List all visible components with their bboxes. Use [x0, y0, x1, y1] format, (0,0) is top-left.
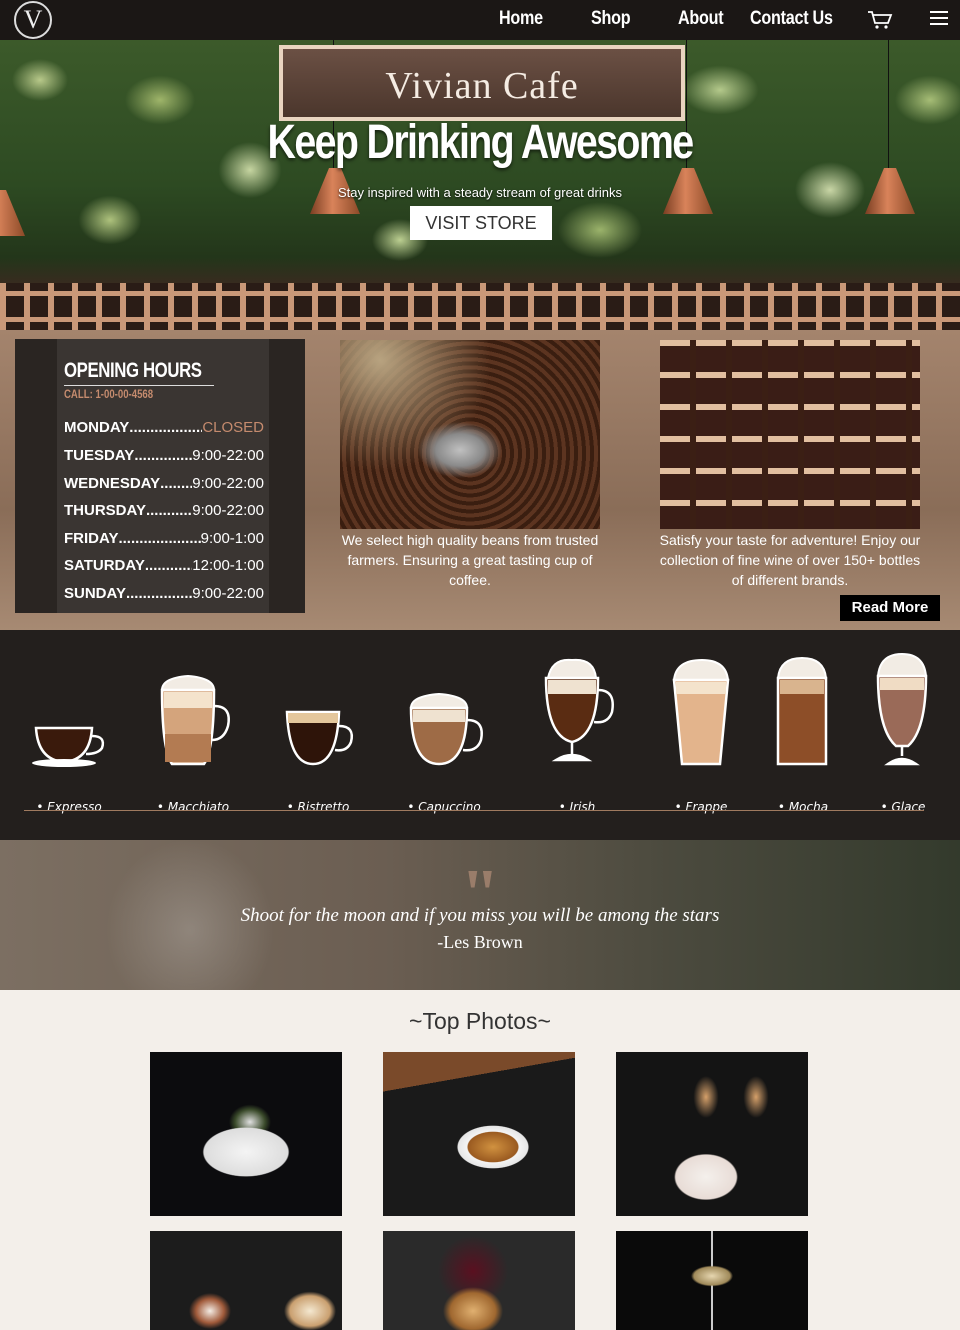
wine-description: Satisfy your taste for adventure! Enjoy … — [659, 532, 921, 588]
frappe-glass-icon — [672, 658, 730, 766]
nav-contact-us[interactable]: Contact Us — [750, 8, 833, 30]
hours-day: SATURDAY — [64, 557, 145, 574]
read-more-button[interactable]: Read More — [840, 595, 940, 621]
hours-time: CLOSED — [202, 419, 264, 436]
nav-home[interactable]: Home — [499, 8, 543, 30]
quote-section: " Shoot for the moon and if you miss you… — [0, 840, 960, 990]
espresso-cup-icon — [32, 726, 105, 767]
hero-section: Vivian Cafe Keep Drinking Awesome Stay i… — [0, 40, 960, 330]
drink-label: • Macchiato — [156, 800, 230, 814]
drink-glace[interactable]: • Glace — [848, 650, 958, 814]
beans-description: We select high quality beans from truste… — [341, 532, 599, 588]
drink-label: • Glace — [880, 800, 926, 814]
ristretto-cup-icon — [285, 710, 353, 766]
hours-day: SUNDAY — [64, 585, 126, 602]
hero-tagline: Keep Drinking Awesome — [267, 116, 695, 169]
hamburger-icon[interactable] — [930, 11, 948, 27]
hours-row: TUESDAY..........................9:00-22… — [64, 447, 264, 464]
hours-dots: .......................... — [129, 419, 202, 436]
cart-icon[interactable] — [867, 10, 893, 30]
nav-shop[interactable]: Shop — [591, 8, 631, 30]
drink-label: • Capuccino — [407, 800, 481, 814]
coffee-beans-image — [340, 340, 600, 529]
photo-cocktail[interactable] — [616, 1231, 808, 1330]
drink-label: • Irish — [558, 800, 596, 814]
drink-macchiato[interactable]: • Macchiato — [138, 650, 248, 814]
logo[interactable]: V — [14, 1, 52, 39]
drink-label: • Frappe — [674, 800, 728, 814]
hours-day: FRIDAY — [64, 530, 119, 547]
top-photos-section: ~Top Photos~ — [0, 990, 960, 1330]
hero-title: Vivian Cafe — [385, 65, 579, 107]
nav-about[interactable]: About — [678, 8, 724, 30]
hours-row: WEDNESDAY..........................9:00-… — [64, 475, 264, 492]
hours-dots: .......................... — [144, 557, 192, 574]
drinks-divider — [24, 810, 924, 811]
wine-rack-image — [660, 340, 920, 529]
hours-row: SUNDAY..........................9:00-22:… — [64, 585, 264, 602]
hours-time: 12:00-1:00 — [192, 557, 264, 574]
mocha-glass-icon — [776, 656, 828, 766]
hours-dots: .......................... — [118, 530, 200, 547]
hours-day: TUESDAY — [64, 447, 135, 464]
hours-dots: .......................... — [145, 502, 192, 519]
drink-irish[interactable]: • Irish — [522, 650, 632, 814]
hours-day: WEDNESDAY — [64, 475, 161, 492]
drink-capuccino[interactable]: • Capuccino — [389, 650, 499, 814]
hours-time: 9:00-22:00 — [192, 502, 264, 519]
macchiato-glass-icon — [160, 674, 230, 766]
drink-label: • Expresso — [36, 800, 102, 814]
drink-label: • Ristretto — [286, 800, 350, 814]
hours-phone: CALL: 1-00-00-4568 — [64, 387, 154, 401]
hours-row: SATURDAY..........................12:00-… — [64, 557, 264, 574]
glace-glass-icon — [876, 652, 928, 766]
drink-label: • Mocha — [777, 800, 829, 814]
drink-expresso[interactable]: • Expresso — [14, 650, 124, 814]
hours-row: MONDAY..........................CLOSED — [64, 419, 264, 436]
hours-day: THURSDAY — [64, 502, 146, 519]
hours-dots: .......................... — [125, 585, 193, 602]
quote-text: Shoot for the moon and if you miss you w… — [240, 905, 720, 926]
photo-cake-tea[interactable] — [383, 1052, 575, 1216]
photo-drinks-dessert[interactable] — [616, 1052, 808, 1216]
hours-day: MONDAY — [64, 419, 130, 436]
hours-time: 9:00-22:00 — [192, 585, 264, 602]
top-nav: V Home Shop About Contact Us — [0, 0, 960, 40]
lattice-fence — [0, 283, 960, 330]
visit-store-button[interactable]: VISIT STORE — [410, 206, 552, 240]
info-section: OPENING HOURS CALL: 1-00-00-4568 MONDAY.… — [0, 330, 960, 630]
photo-tea-cup[interactable] — [150, 1052, 342, 1216]
opening-hours-panel: OPENING HOURS CALL: 1-00-00-4568 MONDAY.… — [15, 339, 305, 613]
drink-frappe[interactable]: • Frappe — [646, 650, 756, 814]
hours-dots: .......................... — [134, 447, 193, 464]
hours-time: 9:00-1:00 — [200, 530, 264, 547]
drink-mocha[interactable]: • Mocha — [748, 650, 858, 814]
photo-waffle[interactable] — [383, 1231, 575, 1330]
photos-title: ~Top Photos~ — [409, 1008, 551, 1034]
hours-divider — [64, 385, 214, 386]
photo-desserts[interactable] — [150, 1231, 342, 1330]
hours-time: 9:00-22:00 — [192, 447, 264, 464]
drinks-menu: • Expresso • Macchiato • Ristretto • Cap… — [0, 630, 960, 840]
quote-author: -Les Brown — [437, 932, 523, 952]
hours-time: 9:00-22:00 — [192, 475, 264, 492]
hours-title: OPENING HOURS — [64, 359, 202, 382]
hours-dots: .......................... — [160, 475, 192, 492]
hours-row: FRIDAY..........................9:00-1:0… — [64, 530, 264, 547]
lamp-cord — [888, 40, 889, 170]
hero-title-box: Vivian Cafe — [279, 45, 685, 121]
hours-row: THURSDAY..........................9:00-2… — [64, 502, 264, 519]
hero-subtitle: Stay inspired with a steady stream of gr… — [338, 185, 622, 200]
irish-coffee-glass-icon — [544, 658, 614, 762]
drink-ristretto[interactable]: • Ristretto — [263, 650, 373, 814]
capuccino-cup-icon — [409, 692, 483, 766]
